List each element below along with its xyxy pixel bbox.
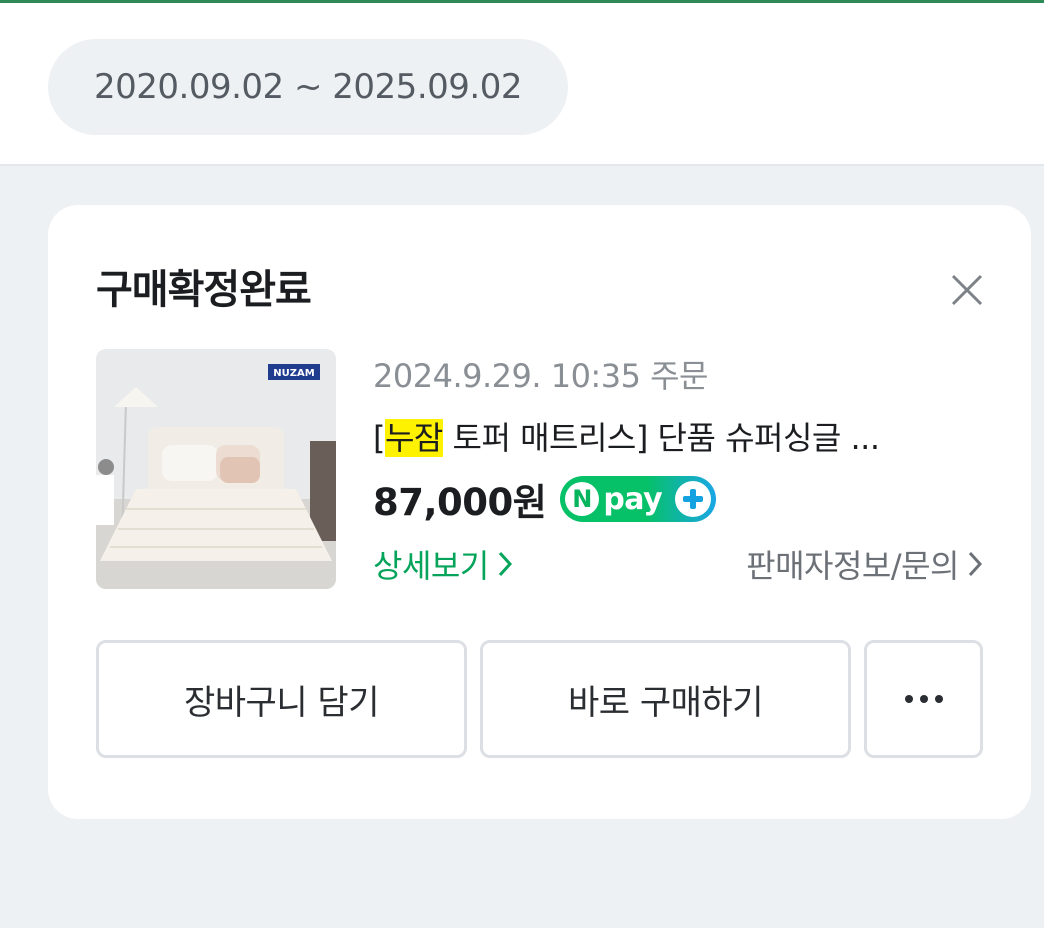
product-brand-highlight: 누잠 [384, 419, 443, 457]
date-range-filter[interactable]: 2020.09.02 ~ 2025.09.02 [48, 39, 568, 135]
date-filter-section: 2020.09.02 ~ 2025.09.02 [0, 0, 1044, 166]
product-thumbnail[interactable]: NUZAM [96, 349, 336, 589]
chevron-right-icon [498, 551, 512, 577]
order-date: 2024.9.29. 10:35 주문 [373, 357, 708, 395]
date-range-label: 2020.09.02 ~ 2025.09.02 [94, 67, 522, 107]
product-price: 87,000원 [373, 481, 547, 524]
buy-now-button[interactable]: 바로 구매하기 [480, 640, 851, 758]
more-options-button[interactable] [864, 640, 983, 758]
detail-view-link[interactable]: 상세보기 [373, 539, 513, 589]
price-row: 87,000원 N pay [373, 473, 717, 525]
close-icon [951, 274, 983, 306]
npay-plus-badge: N pay [560, 476, 717, 522]
buy-now-label: 바로 구매하기 [568, 682, 764, 723]
add-to-cart-button[interactable]: 장바구니 담기 [96, 640, 467, 758]
npay-text: pay [603, 481, 663, 517]
seller-info-link[interactable]: 판매자정보/문의 [746, 539, 983, 589]
plus-icon [675, 481, 712, 517]
order-status-title: 구매확정완료 [96, 267, 312, 313]
add-to-cart-label: 장바구니 담기 [184, 682, 380, 723]
npay-n-logo: N [565, 482, 600, 516]
seller-info-label: 판매자정보/문의 [746, 547, 959, 585]
thumbnail-brand-logo: NUZAM [273, 368, 314, 379]
product-title-rest: 토퍼 매트리스] 단품 슈퍼싱글 ... [442, 419, 880, 457]
more-dots-icon [904, 695, 943, 703]
product-title[interactable]: [누잠 토퍼 매트리스] 단품 슈퍼싱글 ... [373, 413, 983, 459]
order-card: 구매확정완료 NUZAM 2024.9.29. 10:35 주문 [누잠 토퍼 … [48, 205, 1031, 819]
chevron-right-icon [968, 551, 983, 577]
close-button[interactable] [946, 269, 988, 311]
detail-view-label: 상세보기 [373, 547, 489, 585]
